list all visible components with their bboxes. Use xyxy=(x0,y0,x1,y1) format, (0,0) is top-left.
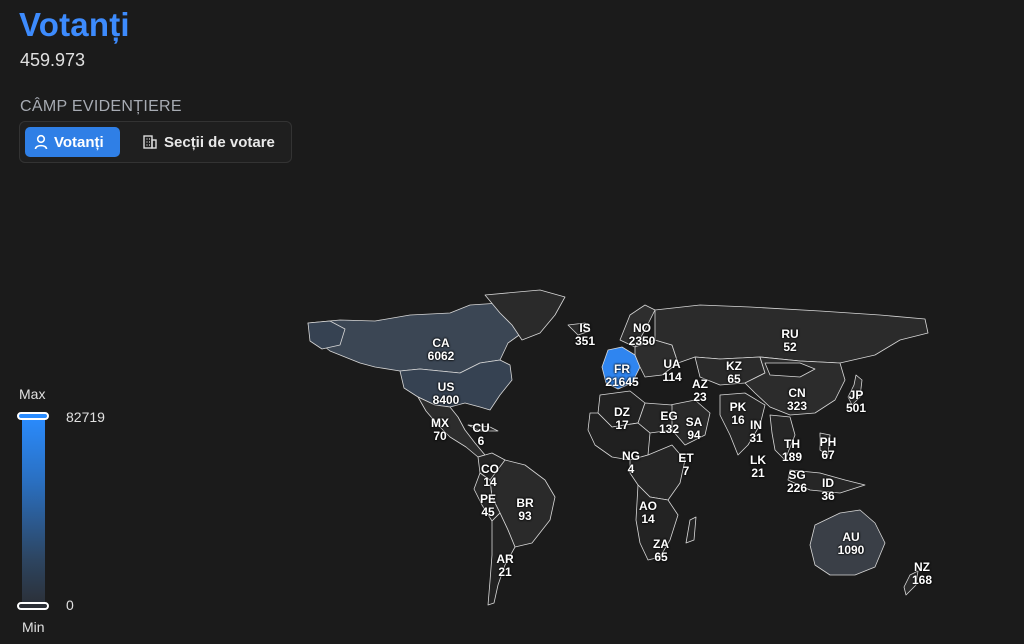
country-value: 21645 xyxy=(605,375,639,389)
country-label-ph: PH 67 xyxy=(820,436,837,462)
country-label-fr: FR 21645 xyxy=(605,363,638,389)
country-value: 6062 xyxy=(427,349,455,363)
country-value: 93 xyxy=(518,509,532,523)
country-madagascar[interactable] xyxy=(685,516,697,544)
country-label-ua: UA 114 xyxy=(662,358,681,384)
country-value: 14 xyxy=(483,475,497,489)
legend-min-value: 0 xyxy=(66,597,74,613)
country-label-sa: SA 94 xyxy=(686,416,703,442)
country-label-eg: EG 132 xyxy=(659,410,679,436)
country-value: 114 xyxy=(662,370,682,384)
building-icon xyxy=(143,135,157,149)
country-value: 94 xyxy=(687,428,701,442)
country-label-br: BR 93 xyxy=(516,497,533,523)
legend-gradient-bar xyxy=(22,415,45,607)
country-label-cu: CU 6 xyxy=(472,422,489,448)
country-value: 36 xyxy=(821,489,835,503)
legend-max-handle[interactable] xyxy=(17,412,49,420)
country-label-kz: KZ 65 xyxy=(726,360,742,386)
toggle-polling-stations-button[interactable]: Secții de votare xyxy=(133,127,288,157)
country-label-au: AU 1090 xyxy=(838,531,865,557)
legend-min-handle[interactable] xyxy=(17,602,49,610)
country-label-mx: MX 70 xyxy=(431,417,449,443)
country-value: 323 xyxy=(786,399,808,413)
country-label-lk: LK 21 xyxy=(750,454,766,480)
legend-min-label: Min xyxy=(22,619,45,635)
country-label-sg: SG 226 xyxy=(787,469,807,495)
country-label-pe: PE 45 xyxy=(480,493,496,519)
total-voters: 459.973 xyxy=(20,50,86,70)
country-value: 4 xyxy=(627,462,635,476)
world-map-svg xyxy=(307,289,929,606)
country-value: 7 xyxy=(682,464,690,478)
country-label-et: ET 7 xyxy=(678,452,693,478)
country-label-za: ZA 65 xyxy=(653,538,669,564)
country-label-pk: PK 16 xyxy=(730,401,747,427)
country-label-cn: CN 323 xyxy=(787,387,807,413)
country-label-id: ID 36 xyxy=(821,477,834,503)
country-label-ru: RU 52 xyxy=(781,328,798,354)
country-value: 45 xyxy=(481,505,495,519)
highlight-field-toggle: Votanți Secții de votare xyxy=(19,121,292,163)
country-label-ao: AO 14 xyxy=(639,500,657,526)
toggle-voters-button[interactable]: Votanți xyxy=(25,127,120,157)
country-value: 31 xyxy=(749,431,763,445)
country-value: 226 xyxy=(786,481,808,495)
country-label-jp: JP 501 xyxy=(846,389,866,415)
country-value: 189 xyxy=(781,450,803,464)
country-value: 65 xyxy=(654,550,668,564)
toggle-voters-label: Votanți xyxy=(54,133,104,151)
country-label-no: NO 2350 xyxy=(629,322,656,348)
country-label-dz: DZ 17 xyxy=(614,406,630,432)
country-value: 351 xyxy=(574,334,596,348)
country-value: 8400 xyxy=(432,393,460,407)
country-value: 501 xyxy=(845,401,867,415)
country-value: 52 xyxy=(783,340,797,354)
country-label-nz: NZ 168 xyxy=(912,561,932,587)
country-value: 6 xyxy=(477,434,485,448)
country-value: 67 xyxy=(821,448,835,462)
person-icon xyxy=(34,134,48,150)
country-value: 16 xyxy=(731,413,745,427)
country-label-az: AZ 23 xyxy=(692,378,708,404)
legend-max-label: Max xyxy=(19,386,46,402)
country-value: 17 xyxy=(615,418,629,432)
country-value: 2350 xyxy=(628,334,656,348)
country-value: 21 xyxy=(498,565,512,579)
country-value: 1090 xyxy=(837,543,865,557)
country-label-ar: AR 21 xyxy=(496,553,513,579)
country-label-co: CO 14 xyxy=(481,463,499,489)
country-value: 65 xyxy=(727,372,741,386)
country-label-us: US 8400 xyxy=(433,381,460,407)
country-value: 23 xyxy=(693,390,707,404)
highlight-field-label: CÂMP EVIDENȚIERE xyxy=(20,98,182,115)
country-value: 70 xyxy=(433,429,447,443)
legend-max-value: 82719 xyxy=(66,409,105,425)
country-label-ng: NG 4 xyxy=(622,450,640,476)
world-map[interactable]: CA 6062 US 8400 MX 70 CU 6 CO 14 PE 45 BR 93 AR 21 IS 351… xyxy=(300,285,940,615)
country-value: 14 xyxy=(641,512,655,526)
country-value: 21 xyxy=(751,466,765,480)
country-label-th: TH 189 xyxy=(782,438,802,464)
country-label-is: IS 351 xyxy=(575,322,595,348)
country-label-in: IN 31 xyxy=(749,419,762,445)
country-value: 132 xyxy=(658,422,680,436)
page-title: Votanți xyxy=(19,6,130,43)
toggle-polling-stations-label: Secții de votare xyxy=(164,133,275,151)
country-value: 168 xyxy=(911,573,933,587)
country-label-ca: CA 6062 xyxy=(428,337,455,363)
